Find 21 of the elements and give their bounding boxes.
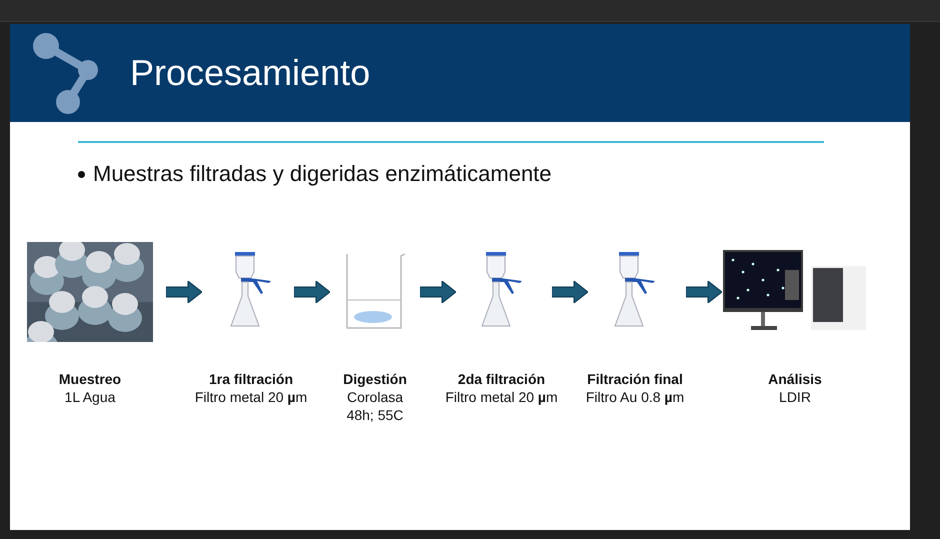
arrow-icon <box>166 281 202 303</box>
step-title: Análisis <box>768 370 822 388</box>
arrow-icon <box>552 281 588 303</box>
step-detail: Filtro metal 20 µm <box>445 388 558 406</box>
step-detail: Filtro Au 0.8 µm <box>586 388 684 406</box>
step-title: 1ra filtración <box>208 370 294 388</box>
step-title: 2da filtración <box>458 370 546 388</box>
step-title: Filtración final <box>587 370 683 388</box>
step-title: Muestreo <box>58 370 122 388</box>
bullet-dot <box>78 170 85 178</box>
step-detail: LDIR <box>779 388 811 406</box>
step-detail: Filtro metal 20 µm <box>194 388 308 406</box>
slide-title: Procesamiento <box>130 52 370 94</box>
step-detail: 48h; 55C <box>346 406 404 424</box>
arrow-icon <box>420 281 456 303</box>
step-detail: 1L Agua <box>64 388 116 406</box>
step-detail: Corolasa <box>346 388 404 406</box>
bullet-text: Muestras filtradas y digeridas enzimáticamente <box>93 161 552 187</box>
arrow-icon <box>294 281 330 303</box>
arrow-icon <box>686 281 722 303</box>
step-title: Digestión <box>343 370 407 388</box>
